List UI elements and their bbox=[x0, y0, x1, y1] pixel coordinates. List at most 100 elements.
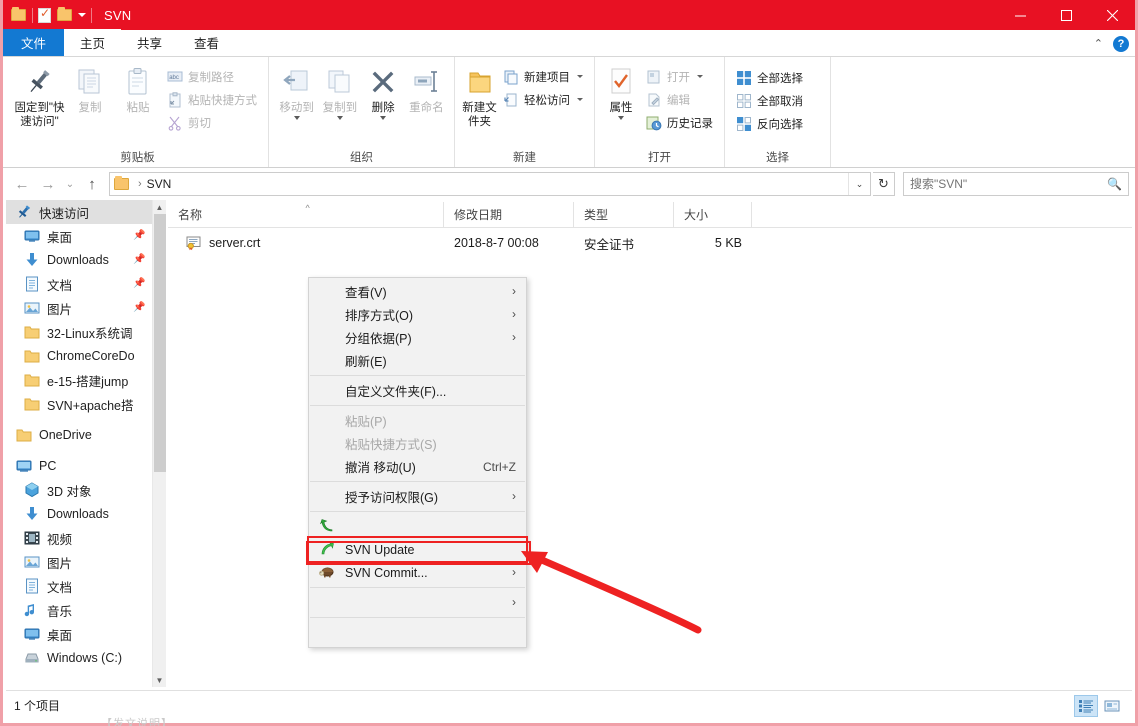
open-button[interactable]: 打开 bbox=[641, 66, 718, 87]
pin-icon[interactable]: 📌 bbox=[133, 230, 145, 241]
sidebar-item-chromecoredo[interactable]: ChromeCoreDo bbox=[6, 344, 152, 368]
menu-item-tortoisesvn[interactable]: SVN Commit... › bbox=[309, 561, 526, 584]
copy-to-button[interactable]: 复制到 bbox=[318, 61, 361, 120]
menu-item-refresh[interactable]: 刷新(E) bbox=[309, 349, 526, 372]
chevron-down-icon[interactable] bbox=[293, 116, 300, 120]
pin-icon[interactable]: 📌 bbox=[133, 254, 145, 265]
sidebar-item-quick-access[interactable]: 快速访问 bbox=[6, 200, 152, 224]
search-input[interactable]: 🔍 bbox=[903, 172, 1129, 196]
pin-icon[interactable]: 📌 bbox=[133, 302, 145, 313]
column-header-date[interactable]: 修改日期 bbox=[444, 201, 574, 228]
properties-icon[interactable] bbox=[38, 6, 54, 23]
sidebar-scrollbar[interactable]: ▲ ▼ bbox=[152, 200, 166, 687]
new-folder-button[interactable]: 新建文件夹 bbox=[461, 61, 498, 129]
select-none-button[interactable]: 全部取消 bbox=[731, 90, 808, 111]
column-header-size[interactable]: 大小 bbox=[674, 201, 752, 228]
chevron-down-icon[interactable]: ▼ bbox=[153, 673, 166, 687]
sidebar-item-videos[interactable]: 视频 bbox=[6, 526, 152, 550]
pin-icon[interactable]: 📌 bbox=[133, 278, 145, 289]
column-header-type[interactable]: 类型 bbox=[574, 201, 674, 228]
menu-item-group-by[interactable]: 分组依据(P) › bbox=[309, 326, 526, 349]
up-arrow-icon[interactable]: ↑ bbox=[79, 171, 105, 197]
cut-button[interactable]: 剪切 bbox=[162, 112, 262, 133]
context-menu[interactable]: 查看(V) › 排序方式(O) › 分组依据(P) › 刷新(E) 自定义文件夹… bbox=[307, 277, 528, 648]
easy-access-button[interactable]: 轻松访问 bbox=[498, 89, 588, 110]
sidebar-item-e-15-jump[interactable]: e-15-搭建jump bbox=[6, 368, 152, 392]
chevron-down-icon[interactable] bbox=[697, 75, 703, 78]
sidebar-item-desktop-pc[interactable]: 桌面 bbox=[6, 622, 152, 646]
tab-file[interactable]: 文件 bbox=[3, 29, 65, 56]
forward-arrow-icon[interactable]: → bbox=[35, 171, 61, 197]
move-to-button[interactable]: 移动到 bbox=[275, 61, 318, 120]
breadcrumb-current[interactable]: SVN bbox=[147, 177, 172, 191]
menu-item-properties[interactable] bbox=[309, 621, 526, 644]
file-name-cell[interactable]: server.crt bbox=[168, 232, 444, 254]
sidebar-item-pictures[interactable]: 图片 📌 bbox=[6, 296, 152, 320]
menu-item-view[interactable]: 查看(V) › bbox=[309, 280, 526, 303]
invert-selection-button[interactable]: 反向选择 bbox=[731, 113, 808, 134]
rename-button[interactable]: 重命名 bbox=[405, 61, 448, 115]
chevron-down-icon[interactable] bbox=[618, 116, 624, 120]
sidebar-item-documents[interactable]: 文档 📌 bbox=[6, 272, 152, 296]
chevron-down-icon[interactable] bbox=[336, 116, 343, 120]
sidebar-item-svn-apache[interactable]: SVN+apache搭 bbox=[6, 392, 152, 416]
sidebar-item-pc[interactable]: PC bbox=[6, 454, 152, 478]
sidebar-item-desktop[interactable]: 桌面 📌 bbox=[6, 224, 152, 248]
column-header-name[interactable]: 名称 ^ bbox=[168, 201, 444, 228]
back-arrow-icon[interactable]: ← bbox=[9, 171, 35, 197]
refresh-icon[interactable]: ↻ bbox=[873, 172, 895, 196]
menu-item-grant-access[interactable]: 授予访问权限(G) › bbox=[309, 485, 526, 508]
copy-button[interactable]: 复制 bbox=[66, 61, 114, 115]
chevron-down-icon[interactable] bbox=[577, 75, 583, 78]
delete-button[interactable]: 删除 bbox=[362, 61, 405, 120]
details-view-icon[interactable] bbox=[1074, 694, 1098, 717]
paste-shortcut-button[interactable]: 粘贴快捷方式 bbox=[162, 89, 262, 110]
select-all-button[interactable]: 全部选择 bbox=[731, 67, 808, 88]
paste-button[interactable]: 粘贴 bbox=[114, 61, 162, 115]
sidebar-item-downloads-pc[interactable]: Downloads bbox=[6, 502, 152, 526]
chevron-down-icon[interactable]: ⌄ bbox=[848, 173, 870, 195]
new-item-button[interactable]: 新建项目 bbox=[498, 66, 588, 87]
search-field[interactable] bbox=[910, 177, 1108, 191]
pin-to-quick-access-button[interactable]: 固定到"快速访问" bbox=[13, 61, 66, 129]
minimize-icon[interactable] bbox=[997, 0, 1043, 30]
folder-icon[interactable] bbox=[57, 7, 73, 23]
table-row[interactable]: server.crt 2018-8-7 00:08 安全证书 5 KB bbox=[168, 232, 1132, 254]
menu-item-sort-by[interactable]: 排序方式(O) › bbox=[309, 303, 526, 326]
properties-button[interactable]: 属性 bbox=[601, 61, 641, 120]
tab-share[interactable]: 共享 bbox=[121, 29, 178, 56]
sidebar-item-documents-pc[interactable]: 文档 bbox=[6, 574, 152, 598]
sidebar-item-onedrive[interactable]: OneDrive bbox=[6, 423, 152, 447]
sidebar-item-windows-c[interactable]: Windows (C:) bbox=[6, 646, 152, 670]
large-icons-view-icon[interactable] bbox=[1100, 695, 1124, 717]
breadcrumb[interactable]: › SVN ⌄ bbox=[109, 172, 871, 196]
chevron-up-icon[interactable]: ⌃ bbox=[1094, 37, 1103, 50]
maximize-icon[interactable] bbox=[1043, 0, 1089, 30]
recent-locations-icon[interactable]: ⌄ bbox=[61, 171, 79, 197]
copy-path-button[interactable]: abc 复制路径 bbox=[162, 66, 262, 87]
search-icon[interactable]: 🔍 bbox=[1107, 177, 1122, 191]
close-icon[interactable] bbox=[1089, 0, 1135, 30]
sidebar-item-downloads[interactable]: Downloads 📌 bbox=[6, 248, 152, 272]
menu-item-customize-folder[interactable]: 自定义文件夹(F)... bbox=[309, 379, 526, 402]
sidebar-item-3d-objects[interactable]: 3D 对象 bbox=[6, 478, 152, 502]
menu-item-svn-commit[interactable]: SVN Update bbox=[307, 536, 528, 563]
chevron-up-icon[interactable]: ▲ bbox=[153, 200, 166, 214]
tab-view[interactable]: 查看 bbox=[178, 29, 235, 56]
tab-home[interactable]: 主页 bbox=[64, 29, 122, 56]
help-icon[interactable]: ? bbox=[1113, 35, 1129, 52]
folder-icon[interactable] bbox=[11, 7, 27, 23]
menu-item-new[interactable]: › bbox=[309, 591, 526, 614]
sidebar-item-music[interactable]: 音乐 bbox=[6, 598, 152, 622]
sidebar-item-32-linux[interactable]: 32-Linux系统调 bbox=[6, 320, 152, 344]
chevron-down-icon[interactable] bbox=[380, 116, 387, 120]
scrollbar-thumb[interactable] bbox=[154, 214, 166, 472]
chevron-down-icon[interactable] bbox=[78, 13, 86, 17]
menu-item-undo-move[interactable]: 撤消 移动(U) Ctrl+Z bbox=[309, 455, 526, 478]
edit-button[interactable]: 编辑 bbox=[641, 89, 718, 110]
sidebar-item-pictures-pc[interactable]: 图片 bbox=[6, 550, 152, 574]
menu-item-svn-update[interactable] bbox=[309, 515, 526, 538]
navigation-pane[interactable]: 快速访问 桌面 📌 Downloads 📌 文档 📌 图片 📌 32-Linux… bbox=[6, 200, 152, 687]
history-button[interactable]: 历史记录 bbox=[641, 112, 718, 133]
chevron-down-icon[interactable] bbox=[577, 98, 583, 101]
